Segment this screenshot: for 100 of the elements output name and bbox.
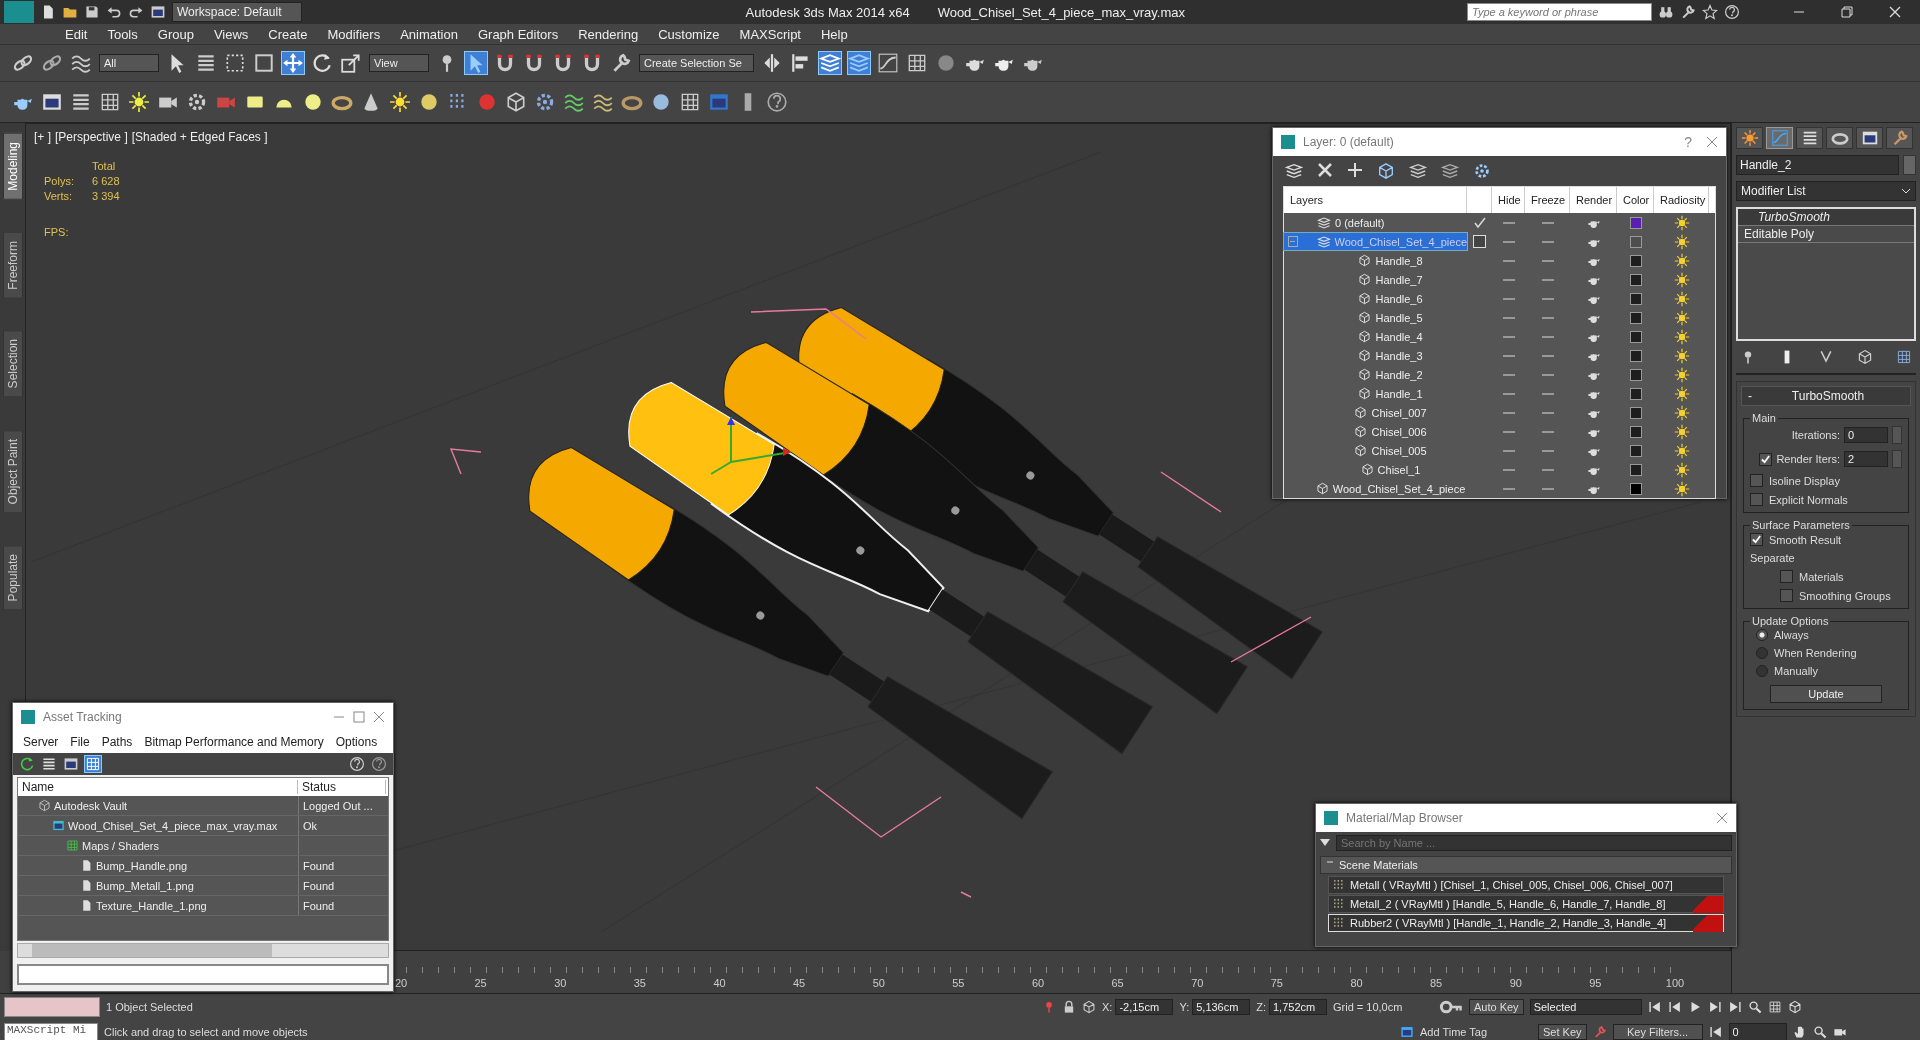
panel-tab[interactable]	[1796, 127, 1823, 149]
viewport-label[interactable]: [+ ]	[34, 130, 51, 144]
radio-button[interactable]	[1756, 647, 1768, 659]
layer-color-swatch[interactable]	[1629, 254, 1642, 267]
asset-name[interactable]: Wood_Chisel_Set_4_piece_max_vray.max	[68, 819, 278, 832]
skip-start-icon[interactable]	[1708, 1024, 1723, 1039]
sun-icon[interactable]	[1673, 423, 1690, 440]
dash-icon[interactable]	[1541, 258, 1554, 263]
menu-item[interactable]: Views	[203, 26, 259, 42]
render-iters-field[interactable]: 2	[1844, 451, 1888, 467]
list-icon[interactable]	[195, 52, 217, 74]
stack-item[interactable]: TurboSmooth	[1738, 209, 1914, 226]
coordinate-field[interactable]: 5,136cm	[1192, 998, 1251, 1015]
skip-start-icon[interactable]	[1647, 999, 1662, 1014]
chain-link-icon[interactable]	[12, 52, 34, 74]
help-icon[interactable]	[371, 756, 387, 772]
scale-box-icon[interactable]	[340, 52, 362, 74]
dash-icon[interactable]	[1541, 239, 1554, 244]
cube-icon[interactable]	[1358, 387, 1372, 400]
dash-icon[interactable]	[1541, 486, 1554, 491]
cube-icon[interactable]	[1082, 999, 1096, 1014]
cube-icon[interactable]	[1358, 292, 1372, 305]
dash-icon[interactable]	[1502, 448, 1515, 453]
checkmark-icon[interactable]	[1473, 216, 1486, 229]
magnifier-icon[interactable]	[1747, 999, 1762, 1014]
viewport-label[interactable]: [Perspective ]	[55, 130, 128, 144]
skip-end-icon[interactable]	[1707, 999, 1722, 1014]
magnet-icon[interactable]	[494, 52, 516, 74]
dash-icon[interactable]	[1502, 258, 1515, 263]
column-header[interactable]: Status	[298, 780, 386, 794]
menu-item[interactable]: Help	[811, 26, 858, 42]
dash-icon[interactable]	[1541, 334, 1554, 339]
window-icon[interactable]	[63, 756, 79, 772]
menu-item[interactable]: Create	[258, 26, 318, 42]
add-time-tag[interactable]: Add Time Tag	[1420, 1025, 1532, 1038]
menu-item[interactable]: Bitmap Performance and Memory	[138, 733, 330, 751]
dash-icon[interactable]	[1541, 467, 1554, 472]
padlock-icon[interactable]	[1062, 999, 1076, 1014]
search-field[interactable]: Type a keyword or phrase	[1467, 3, 1652, 21]
material-item[interactable]: Metall ( VRayMtl ) [Chisel_1, Chisel_005, Chisel_006, Chisel_007]	[1328, 876, 1724, 894]
layers-icon[interactable]	[1317, 215, 1331, 230]
material-item[interactable]: Rubber2 ( VRayMtl ) [Handle_1, Handle_2, Handle_3, Handle_4]	[1328, 914, 1724, 932]
layer-color-swatch[interactable]	[1629, 292, 1642, 305]
cube-icon[interactable]	[505, 91, 527, 113]
maxscript-field[interactable]: MAXScript Mi	[4, 1022, 98, 1040]
sun-icon[interactable]	[1673, 271, 1690, 288]
rotate-ring-icon[interactable]	[19, 756, 35, 772]
star-icon[interactable]	[1702, 4, 1718, 20]
column-header[interactable]: Name	[18, 780, 298, 794]
rollout-header[interactable]: - TurboSmooth	[1741, 386, 1911, 406]
checkbox[interactable]	[1780, 589, 1793, 602]
column-header[interactable]: Hide	[1492, 187, 1525, 213]
skip-start-icon[interactable]	[1667, 999, 1682, 1014]
help-icon[interactable]	[1724, 4, 1740, 20]
color-swatch[interactable]	[1903, 155, 1916, 175]
layer-color-swatch[interactable]	[1629, 349, 1642, 362]
cube-icon[interactable]	[1358, 330, 1372, 343]
square-icon[interactable]	[253, 52, 275, 74]
rotate-ring-icon[interactable]	[311, 52, 333, 74]
dropdown-arrow-icon[interactable]	[1320, 839, 1330, 847]
panel-tab[interactable]	[1826, 127, 1853, 149]
wrench-icon[interactable]	[1680, 4, 1696, 20]
update-button[interactable]: Update	[1770, 685, 1882, 703]
path-field[interactable]	[17, 963, 389, 985]
asset-name[interactable]: Maps / Shaders	[82, 839, 160, 852]
layer-color-swatch[interactable]	[1629, 235, 1642, 248]
radio-button[interactable]	[1756, 629, 1768, 641]
layers-icon[interactable]	[819, 52, 841, 74]
cube-icon[interactable]	[1358, 349, 1372, 362]
reference-coordinate-dropdown[interactable]: View	[369, 54, 429, 72]
column-header[interactable]: Freeze	[1525, 187, 1570, 213]
window-icon[interactable]	[150, 4, 166, 20]
workspace-dropdown[interactable]: Workspace: Default	[172, 2, 302, 22]
asset-name[interactable]: Bump_Metall_1.png	[96, 879, 194, 892]
layers-icon[interactable]	[1441, 162, 1459, 180]
grid-icon[interactable]	[679, 91, 701, 113]
menu-item[interactable]: Rendering	[568, 26, 649, 42]
help-button[interactable]: ?	[1678, 134, 1698, 150]
sun-icon[interactable]	[1673, 252, 1690, 269]
help-icon[interactable]	[766, 91, 788, 113]
dash-icon[interactable]	[1502, 353, 1515, 358]
object-name-field[interactable]: Handle_2	[1736, 155, 1899, 175]
menu-item[interactable]: File	[64, 733, 96, 751]
dash-icon[interactable]	[1541, 410, 1554, 415]
sun-icon[interactable]	[1673, 214, 1690, 231]
menu-item[interactable]: MAXScript	[729, 26, 811, 42]
sun-icon[interactable]	[1673, 366, 1690, 383]
undo-arrow-icon[interactable]	[106, 4, 122, 20]
menu-item[interactable]: Modifiers	[317, 26, 391, 42]
dash-icon[interactable]	[1541, 448, 1554, 453]
cube-icon[interactable]	[1354, 425, 1368, 438]
column-header[interactable]: Render	[1570, 187, 1617, 213]
layer-color-swatch[interactable]	[1629, 216, 1642, 229]
dash-icon[interactable]	[1541, 372, 1554, 377]
restore-icon[interactable]	[1840, 5, 1854, 19]
cube-icon[interactable]	[1377, 162, 1395, 180]
column-header[interactable]: Layers	[1284, 187, 1467, 213]
menu-item[interactable]: Edit	[55, 26, 98, 42]
layer-color-swatch[interactable]	[1629, 444, 1642, 457]
add-icon[interactable]	[1347, 162, 1363, 178]
